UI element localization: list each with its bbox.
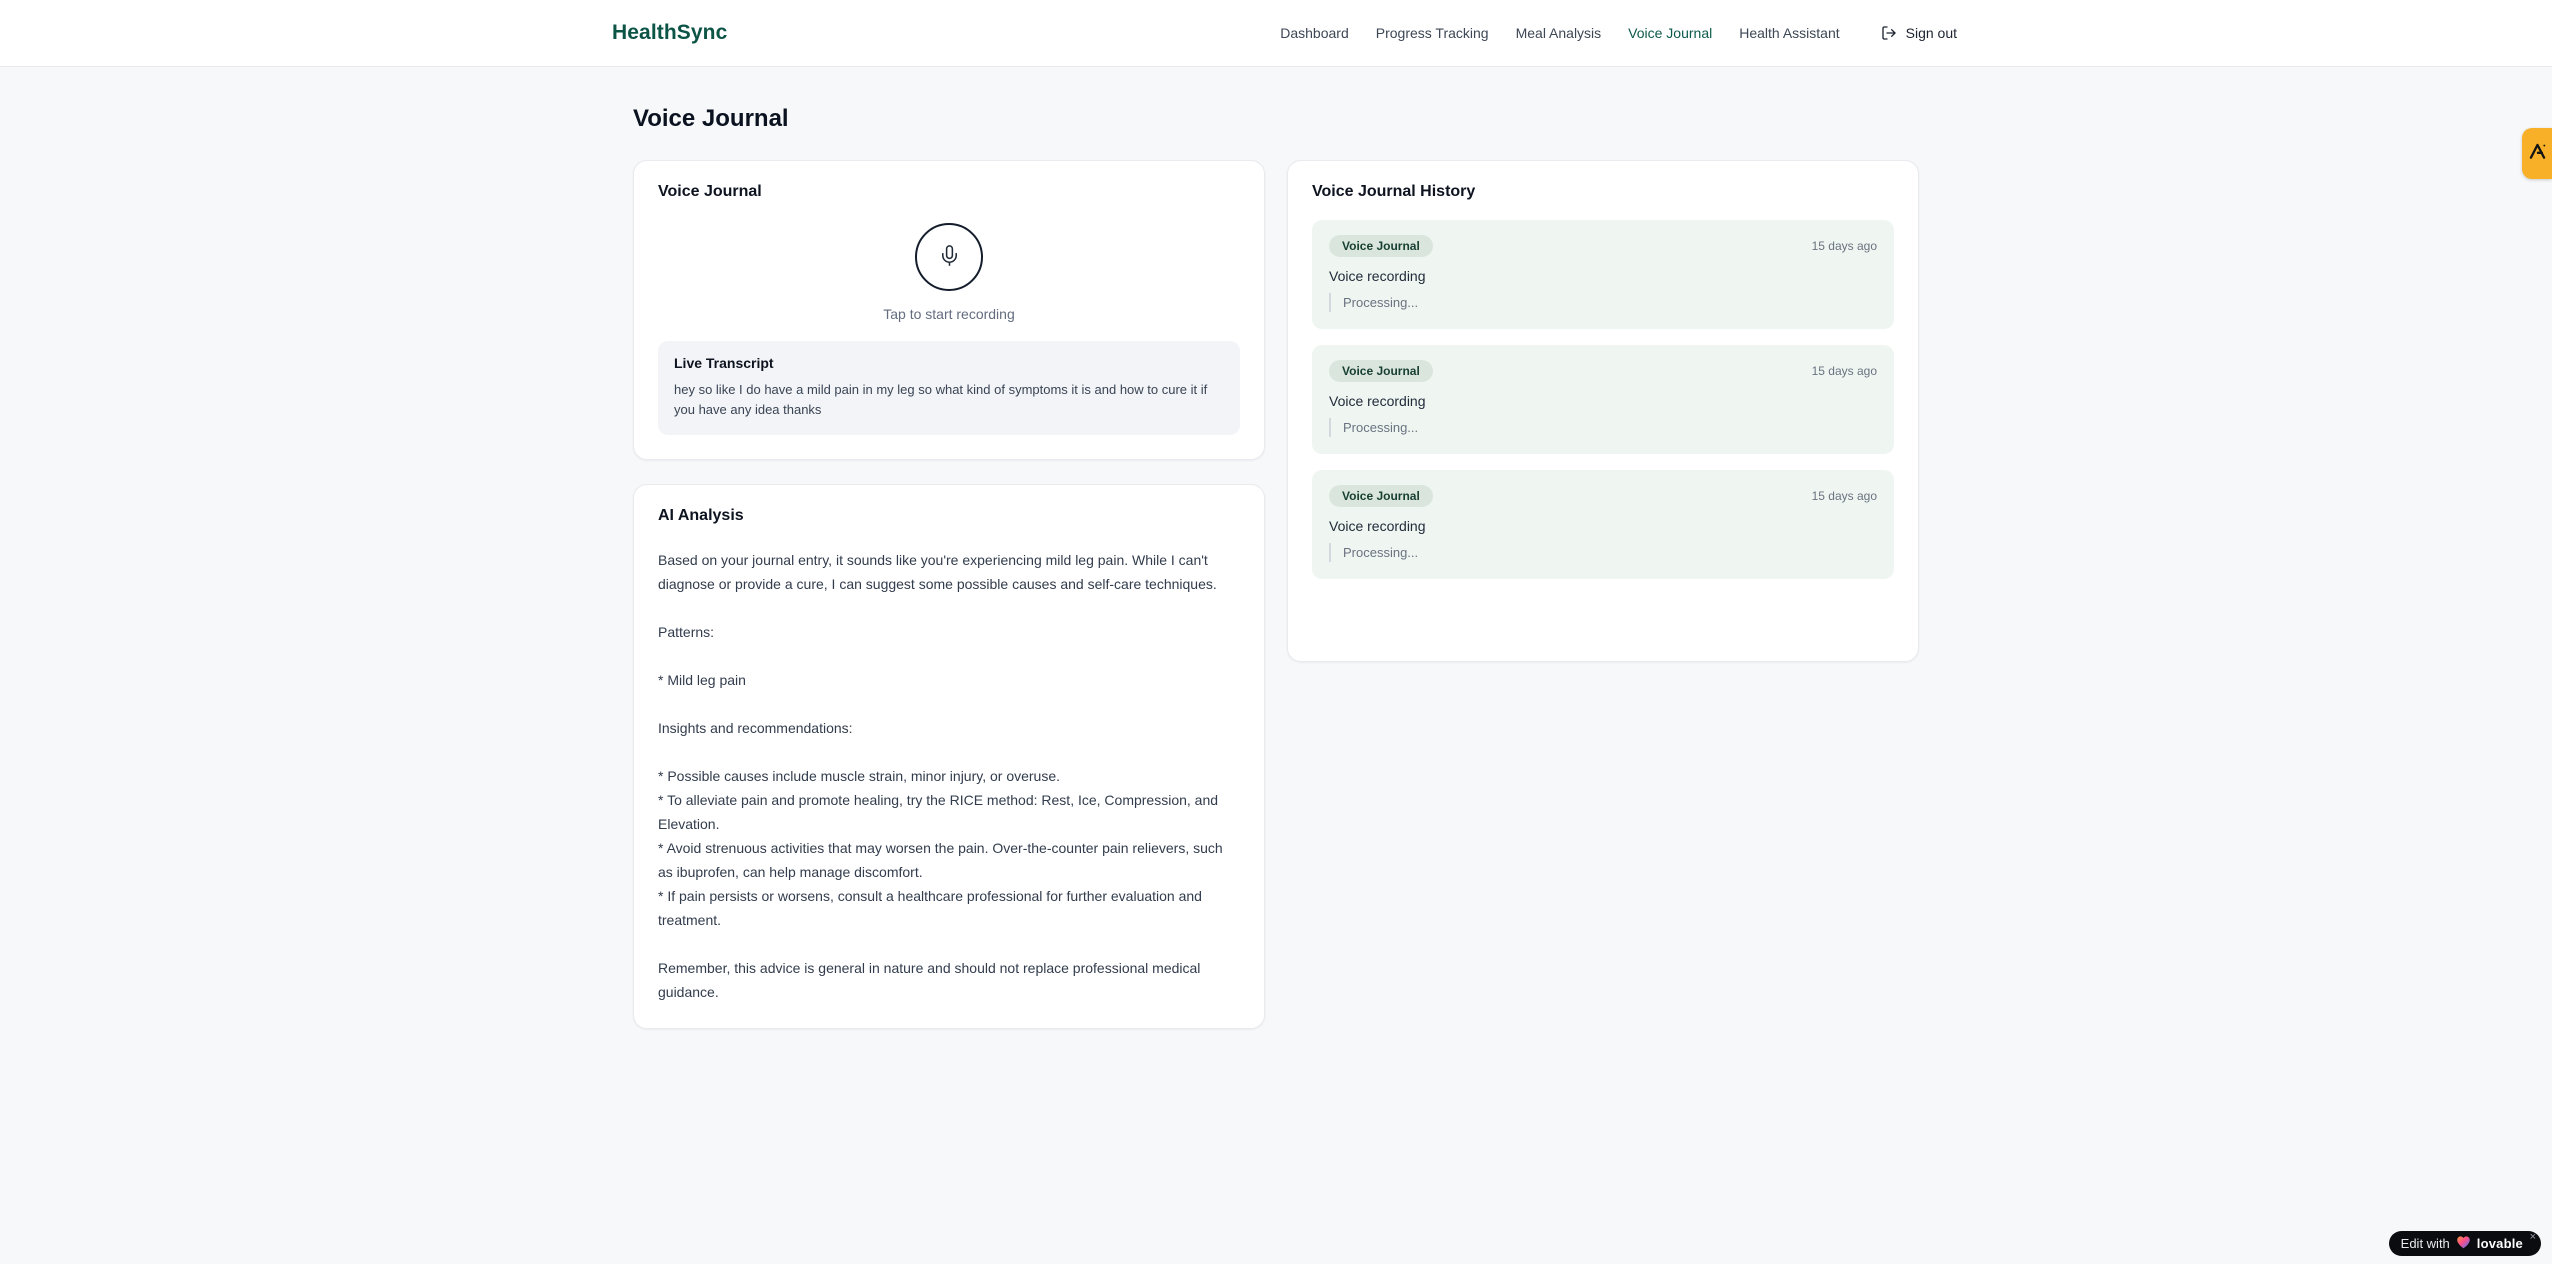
lovable-brand-label: lovable — [2476, 1236, 2523, 1251]
nav-item-voice-journal[interactable]: Voice Journal — [1628, 25, 1712, 41]
entry-status: Processing... — [1329, 543, 1877, 562]
log-out-icon — [1881, 25, 1897, 41]
history-item-header: Voice Journal 15 days ago — [1329, 485, 1877, 507]
mic-area: Tap to start recording — [658, 223, 1240, 322]
left-column: Voice Journal Tap to start recording Liv… — [633, 160, 1265, 1029]
ai-analysis-title: AI Analysis — [658, 507, 744, 524]
entry-status: Processing... — [1329, 293, 1877, 312]
voice-journal-history-card: Voice Journal History Voice Journal 15 d… — [1287, 160, 1919, 662]
sign-out-button[interactable]: Sign out — [1881, 25, 1957, 41]
entry-type-badge: Voice Journal — [1329, 235, 1433, 257]
microphone-icon — [938, 244, 961, 270]
sign-out-label: Sign out — [1905, 25, 1957, 41]
nav-item-health-assistant[interactable]: Health Assistant — [1739, 25, 1839, 41]
lovable-prefix-label: Edit with — [2400, 1236, 2450, 1251]
entry-type-badge: Voice Journal — [1329, 360, 1433, 382]
entry-label: Voice recording — [1329, 393, 1426, 409]
live-transcript-box: Live Transcript hey so like I do have a … — [658, 341, 1240, 435]
history-item[interactable]: Voice Journal 15 days ago Voice recordin… — [1312, 345, 1894, 454]
side-extension-badge[interactable] — [2522, 128, 2552, 179]
entry-status: Processing... — [1329, 418, 1877, 437]
close-icon[interactable]: × — [2530, 1232, 2536, 1243]
main-nav: Dashboard Progress Tracking Meal Analysi… — [1280, 25, 1957, 41]
right-column: Voice Journal History Voice Journal 15 d… — [1287, 160, 1919, 662]
app-header: HealthSync Dashboard Progress Tracking M… — [0, 0, 2552, 67]
history-item-header: Voice Journal 15 days ago — [1329, 235, 1877, 257]
entry-timestamp: 15 days ago — [1811, 364, 1877, 378]
live-transcript-title: Live Transcript — [674, 355, 774, 371]
entry-type-badge: Voice Journal — [1329, 485, 1433, 507]
voice-recorder-card: Voice Journal Tap to start recording Liv… — [633, 160, 1265, 460]
recorder-card-title: Voice Journal — [658, 183, 762, 200]
history-card-title: Voice Journal History — [1312, 183, 1476, 200]
heart-icon — [2456, 1235, 2471, 1252]
history-list: Voice Journal 15 days ago Voice recordin… — [1312, 220, 1894, 579]
history-item-header: Voice Journal 15 days ago — [1329, 360, 1877, 382]
history-item[interactable]: Voice Journal 15 days ago Voice recordin… — [1312, 220, 1894, 329]
nav-item-dashboard[interactable]: Dashboard — [1280, 25, 1349, 41]
nav-item-meal-analysis[interactable]: Meal Analysis — [1516, 25, 1602, 41]
entry-timestamp: 15 days ago — [1811, 239, 1877, 253]
live-transcript-text: hey so like I do have a mild pain in my … — [674, 382, 1208, 417]
nav-item-progress-tracking[interactable]: Progress Tracking — [1376, 25, 1489, 41]
ai-analysis-body: Based on your journal entry, it sounds l… — [658, 552, 1223, 1000]
lovable-edit-badge[interactable]: Edit with lovable × — [2388, 1231, 2541, 1256]
main-content: Voice Journal Voice Journal Tap to start… — [633, 67, 1919, 1029]
tap-hint-text: Tap to start recording — [883, 306, 1015, 322]
brand-logo[interactable]: HealthSync — [612, 21, 727, 45]
history-item[interactable]: Voice Journal 15 days ago Voice recordin… — [1312, 470, 1894, 579]
page-title: Voice Journal — [633, 105, 789, 132]
entry-timestamp: 15 days ago — [1811, 489, 1877, 503]
entry-label: Voice recording — [1329, 518, 1426, 534]
ai-analysis-card: AI Analysis Based on your journal entry,… — [633, 484, 1265, 1029]
header-container: HealthSync Dashboard Progress Tracking M… — [612, 21, 1957, 45]
amber-logo-icon — [2527, 141, 2548, 167]
record-button[interactable] — [915, 223, 983, 291]
entry-label: Voice recording — [1329, 268, 1426, 284]
content-grid: Voice Journal Tap to start recording Liv… — [633, 160, 1919, 1029]
